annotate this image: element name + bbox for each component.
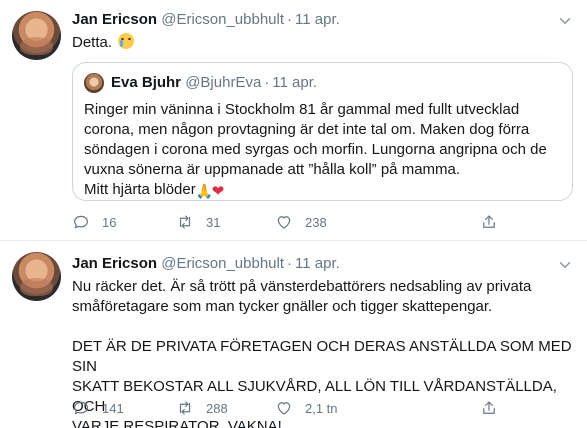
tweet[interactable]: Jan Ericson @Ericson_ubbhult · 11 apr. Det… xyxy=(0,0,587,241)
author-name[interactable]: Jan Ericson xyxy=(72,11,157,28)
heart-icon xyxy=(277,216,291,229)
tweet-line: VARJE RESPIRATOR. VAKNA! xyxy=(72,418,282,428)
tweet-line: småföretagare som man tycker gnäller och… xyxy=(72,298,493,315)
share-icon xyxy=(483,215,495,228)
reply-button[interactable]: 141 xyxy=(72,398,124,418)
quoted-text: Ringer min väninna i Stockholm 81 år gam… xyxy=(84,100,564,200)
heart-icon xyxy=(277,402,291,415)
tweet-date[interactable]: 11 apr. xyxy=(295,255,340,272)
tweet-feed: Jan Ericson @Ericson_ubbhult · 11 apr. Det… xyxy=(0,0,587,428)
crying-face-emoji xyxy=(118,33,135,49)
quoted-line: söndagen i corona med syrgas och morfin.… xyxy=(84,141,547,158)
separator-dot: · xyxy=(264,74,270,91)
author-name[interactable]: Jan Ericson xyxy=(72,255,157,272)
avatar[interactable] xyxy=(12,252,61,301)
folded-hands-emoji: 🙏 xyxy=(195,183,214,199)
like-button[interactable]: 2,1 tn xyxy=(275,398,338,418)
reply-icon xyxy=(74,215,88,229)
avatar[interactable] xyxy=(12,11,61,60)
separator-dot: · xyxy=(287,11,293,28)
retweet-icon xyxy=(179,215,191,229)
quoted-line-text: Mitt hjärta blöder xyxy=(84,181,196,198)
tweet-date[interactable]: 11 apr. xyxy=(295,11,340,28)
reply-button[interactable]: 16 xyxy=(72,212,116,232)
tweet-actions: 16 31 238 xyxy=(72,212,502,232)
tweet[interactable]: Jan Ericson @Ericson_ubbhult · 11 apr. Nu … xyxy=(0,242,587,428)
reply-count: 16 xyxy=(102,214,117,230)
tweet-line xyxy=(72,317,572,337)
quoted-line: vuxna sönerna är uppmanade att ”hålla ko… xyxy=(84,161,461,178)
quoted-avatar xyxy=(84,73,104,93)
like-count: 238 xyxy=(305,214,327,230)
quoted-line: Ringer min väninna i Stockholm 81 år gam… xyxy=(84,101,520,118)
tweet-text-content: Detta. xyxy=(72,34,113,51)
tweet-header: Jan Ericson @Ericson_ubbhult · 11 apr. xyxy=(72,10,340,30)
tweet-line: Nu räcker det. Är så trött på vänsterdeb… xyxy=(72,278,532,295)
quoted-author-name: Eva Bjuhr xyxy=(111,74,182,91)
tweet-line: DET ÄR DE PRIVATA FÖRETAGEN OCH DERAS AN… xyxy=(72,338,572,375)
quoted-line: Mitt hjärta blöder🙏❤ xyxy=(84,180,564,200)
retweet-button[interactable]: 288 xyxy=(176,398,228,418)
like-count: 2,1 tn xyxy=(305,400,338,416)
retweet-count: 31 xyxy=(206,214,221,230)
tweet-actions: 141 288 2,1 tn xyxy=(72,398,502,418)
chevron-down-icon[interactable] xyxy=(556,12,574,30)
share-button[interactable] xyxy=(480,212,498,232)
retweet-button[interactable]: 31 xyxy=(176,212,220,232)
retweet-count: 288 xyxy=(206,400,228,416)
like-button[interactable]: 238 xyxy=(275,212,327,232)
quoted-date: 11 apr. xyxy=(272,74,318,91)
tweet-header: Jan Ericson @Ericson_ubbhult · 11 apr. xyxy=(72,254,340,274)
separator-dot: · xyxy=(287,255,293,272)
quoted-author-handle: @BjuhrEva xyxy=(185,74,262,91)
chevron-down-icon[interactable] xyxy=(556,256,574,274)
share-button[interactable] xyxy=(480,398,498,418)
quoted-tweet[interactable]: Eva Bjuhr @BjuhrEva · 11 apr. Ringer min v… xyxy=(72,62,573,201)
reply-icon xyxy=(74,401,88,415)
retweet-icon xyxy=(179,401,191,415)
tweet-text: Detta. xyxy=(72,33,135,53)
share-icon xyxy=(483,401,495,414)
quoted-header: Eva Bjuhr @BjuhrEva · 11 apr. xyxy=(111,73,317,93)
author-handle[interactable]: @Ericson_ubbhult xyxy=(161,255,284,272)
author-handle[interactable]: @Ericson_ubbhult xyxy=(161,11,284,28)
quoted-line: corona, men någon provtagning är det int… xyxy=(84,121,530,138)
red-heart-emoji: ❤ xyxy=(211,183,225,200)
reply-count: 141 xyxy=(102,400,124,416)
